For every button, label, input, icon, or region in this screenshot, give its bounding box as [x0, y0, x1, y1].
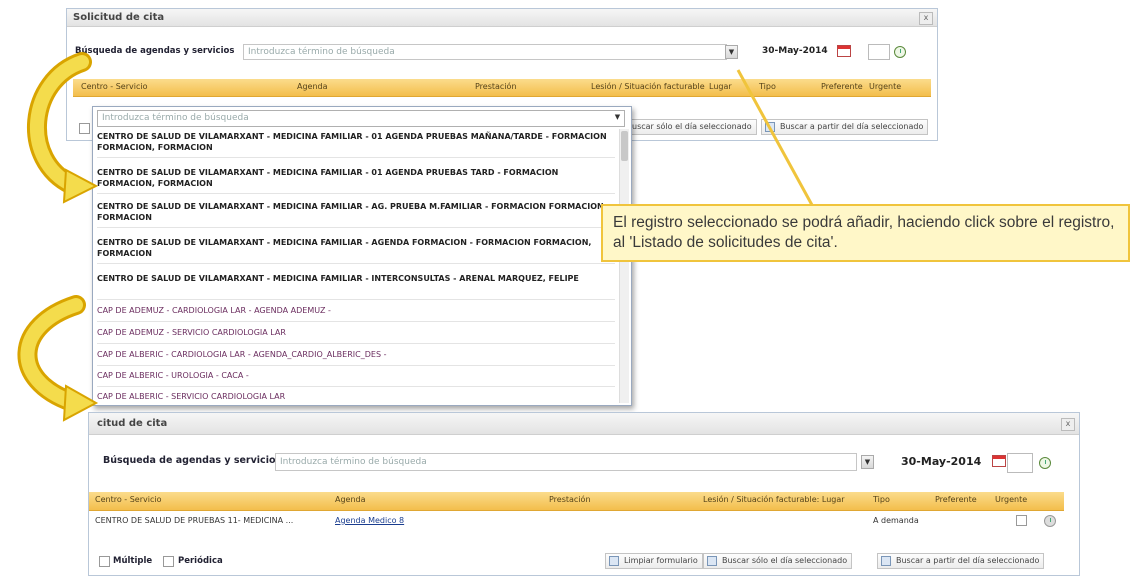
col-tipo[interactable]: Tipo — [873, 495, 890, 504]
divider — [97, 321, 615, 322]
list-item[interactable]: CENTRO DE SALUD DE VILAMARXANT - MEDICIN… — [97, 201, 617, 223]
divider — [97, 365, 615, 366]
col-centro[interactable]: Centro - Servicio — [95, 495, 161, 504]
col-centro[interactable]: Centro - Servicio — [81, 82, 147, 91]
calendar-icon[interactable] — [992, 455, 1006, 467]
date-display: 30-May-2014 — [762, 46, 828, 56]
scrollbar-thumb[interactable] — [621, 131, 628, 161]
time-input[interactable] — [868, 44, 890, 60]
col-tipo[interactable]: Tipo — [759, 82, 776, 91]
search-day-button[interactable]: Buscar sólo el día seleccionado — [703, 553, 853, 569]
divider — [97, 157, 615, 158]
clock-icon[interactable] — [1039, 457, 1051, 469]
scrollbar[interactable] — [619, 129, 629, 403]
multiple-label: Múltiple — [113, 556, 153, 566]
dropdown-search-input[interactable]: Introduzca término de búsqueda — [97, 110, 625, 127]
col-urgente[interactable]: Urgente — [869, 82, 901, 91]
col-urgente[interactable]: Urgente — [995, 495, 1027, 504]
calendar-icon[interactable] — [837, 45, 851, 57]
close-icon[interactable]: x — [919, 12, 933, 25]
search-input[interactable]: Introduzca término de búsqueda — [243, 44, 727, 60]
calendar-icon — [881, 556, 891, 566]
search-input[interactable]: Introduzca término de búsqueda — [275, 453, 857, 471]
periodica-label: Periódica — [178, 556, 223, 566]
list-item[interactable]: CAP DE ADEMUZ - SERVICIO CARDIOLOGIA LAR — [97, 327, 617, 338]
list-item[interactable]: CAP DE ALBERIC - SERVICIO CARDIOLOGIA LA… — [97, 391, 617, 402]
divider — [97, 193, 615, 194]
callout-text: El registro seleccionado se podrá añadir… — [613, 214, 1115, 251]
button-label: uscar sólo el día seleccionado — [632, 122, 752, 131]
list-item[interactable]: CAP DE ALBERIC - CARDIOLOGIA LAR - AGEND… — [97, 349, 617, 360]
col-prestacion[interactable]: Prestación — [549, 495, 591, 504]
search-from-button[interactable]: Buscar a partir del día seleccionado — [761, 119, 929, 135]
search-dropdown-list: Introduzca término de búsqueda ▼ CENTRO … — [92, 106, 632, 406]
list-item[interactable]: CENTRO DE SALUD DE VILAMARXANT - MEDICIN… — [97, 273, 617, 284]
col-lesion[interactable]: Lesión / Situación facturable: Lugar — [703, 495, 845, 504]
time-input[interactable] — [1007, 453, 1033, 473]
search-label: Búsqueda de agendas y servicios — [75, 46, 235, 56]
list-item[interactable]: CENTRO DE SALUD DE VILAMARXANT - MEDICIN… — [97, 131, 617, 153]
col-preferente[interactable]: Preferente — [935, 495, 977, 504]
date-display: 30-May-2014 — [901, 455, 982, 468]
divider — [97, 343, 615, 344]
button-label: Buscar a partir del día seleccionado — [780, 122, 924, 131]
list-item[interactable]: CENTRO DE SALUD DE VILAMARXANT - MEDICIN… — [97, 167, 617, 189]
panel-title: citud de cita — [89, 413, 1079, 435]
button-label: Buscar a partir del día seleccionado — [896, 556, 1040, 565]
col-lesion[interactable]: Lesión / Situación facturable — [591, 82, 705, 91]
trash-icon — [609, 556, 619, 566]
curved-arrow-bottom-fill — [20, 298, 83, 409]
list-item[interactable]: CAP DE ADEMUZ - CARDIOLOGIA LAR - AGENDA… — [97, 305, 617, 316]
col-preferente[interactable]: Preferente — [821, 82, 863, 91]
search-label: Búsqueda de agendas y servicios — [103, 455, 282, 466]
search-from-button[interactable]: Buscar a partir del día seleccionado — [877, 553, 1045, 569]
row-centro[interactable]: CENTRO DE SALUD DE PRUEBAS 11- MEDICINA … — [95, 516, 293, 525]
callout-box: El registro seleccionado se podrá añadir… — [601, 204, 1130, 262]
divider — [97, 263, 615, 264]
bottom-appointment-panel: citud de cita x Búsqueda de agendas y se… — [88, 412, 1080, 576]
grid-header: Centro - Servicio Agenda Prestación Lesi… — [73, 79, 931, 97]
col-lugar[interactable]: Lugar — [709, 82, 732, 91]
col-agenda[interactable]: Agenda — [335, 495, 366, 504]
multiple-checkbox[interactable] — [79, 123, 90, 134]
search-day-button[interactable]: uscar sólo el día seleccionado — [625, 119, 757, 135]
calendar-icon — [765, 122, 775, 132]
list-item[interactable]: CAP DE ALBERIC - UROLOGIA - CACA - — [97, 370, 617, 381]
clear-form-button[interactable]: Limpiar formulario — [605, 553, 703, 569]
row-tipo: A demanda — [873, 516, 919, 525]
clock-icon[interactable] — [1044, 515, 1056, 527]
grid-header: Centro - Servicio Agenda Prestación Lesi… — [89, 492, 1064, 511]
close-icon[interactable]: x — [1061, 418, 1075, 431]
divider — [97, 227, 615, 228]
row-agenda-link[interactable]: Agenda Medico 8 — [335, 516, 404, 525]
panel-title: Solicitud de cita — [67, 9, 937, 27]
urgente-checkbox[interactable] — [1016, 515, 1027, 526]
col-agenda[interactable]: Agenda — [297, 82, 328, 91]
periodica-checkbox[interactable] — [163, 556, 174, 567]
divider — [97, 386, 615, 387]
multiple-checkbox[interactable] — [99, 556, 110, 567]
list-item[interactable]: CENTRO DE SALUD DE VILAMARXANT - MEDICIN… — [97, 237, 617, 259]
chevron-down-icon[interactable]: ▼ — [725, 45, 738, 59]
clock-icon[interactable] — [894, 46, 906, 58]
chevron-down-icon[interactable]: ▼ — [611, 111, 624, 125]
button-label: Buscar sólo el día seleccionado — [722, 556, 848, 565]
col-prestacion[interactable]: Prestación — [475, 82, 517, 91]
button-label: Limpiar formulario — [624, 556, 698, 565]
divider — [97, 299, 615, 300]
curved-arrow-bottom — [17, 295, 86, 412]
chevron-down-icon[interactable]: ▼ — [861, 455, 874, 469]
calendar-icon — [707, 556, 717, 566]
